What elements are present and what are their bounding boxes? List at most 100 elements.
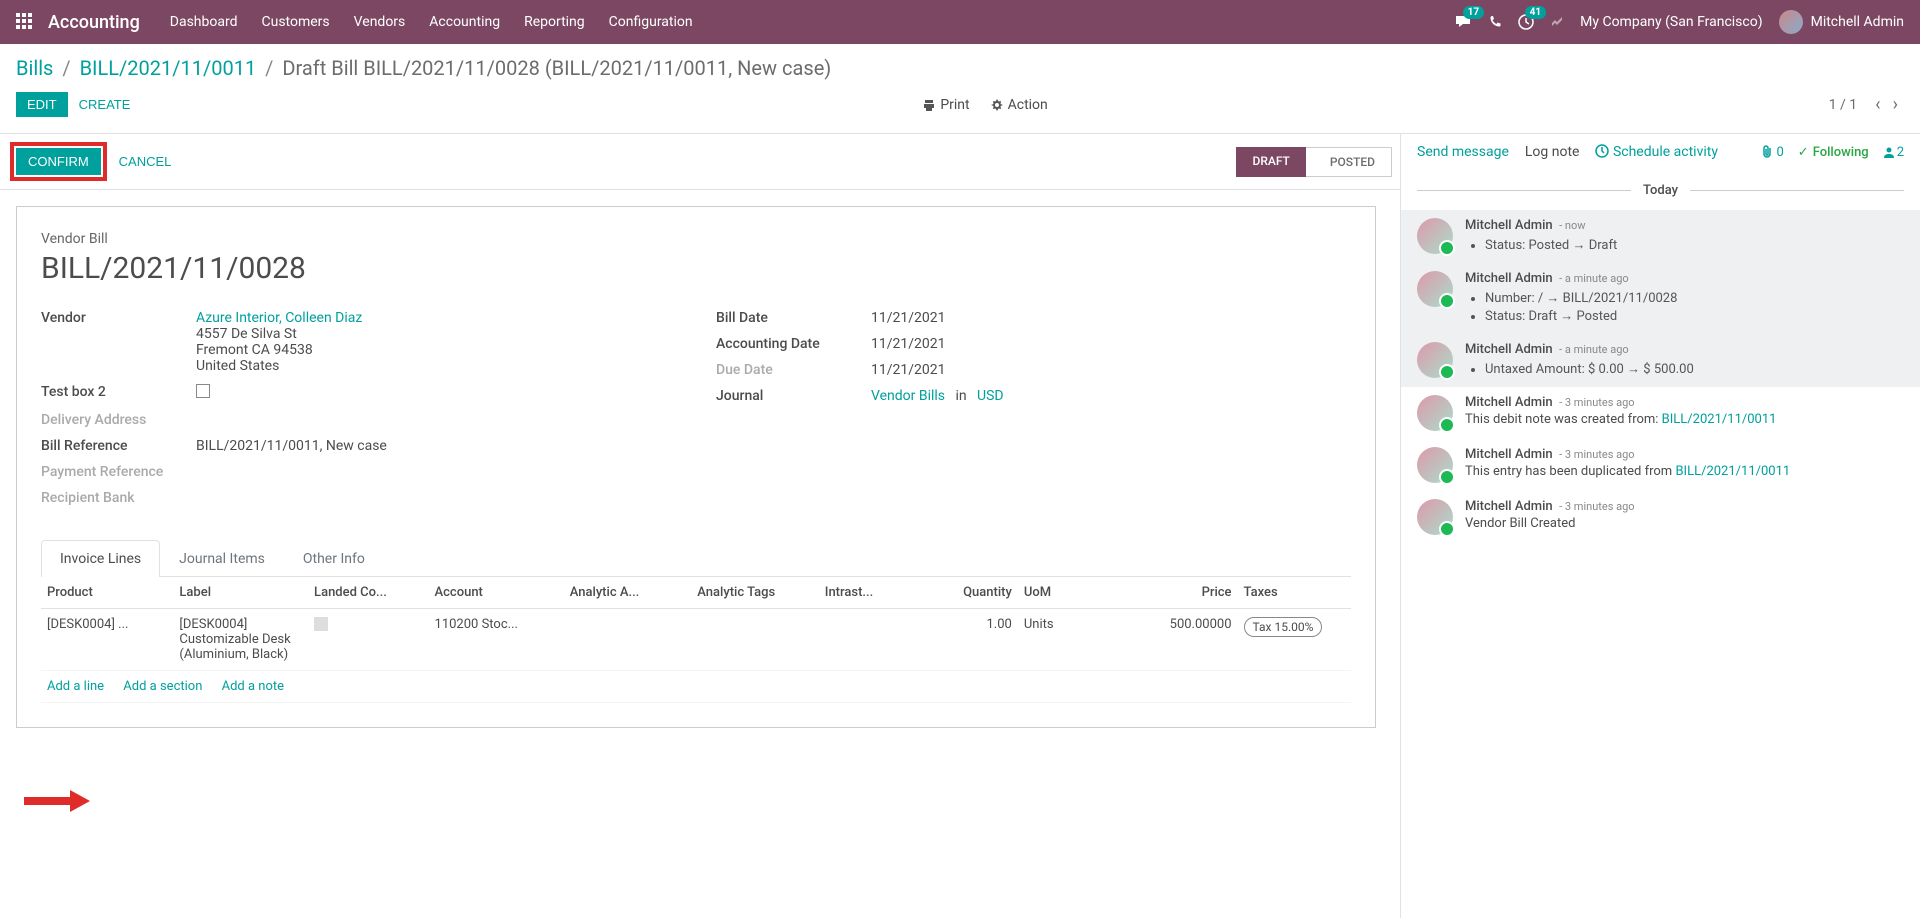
col-landed[interactable]: Landed Co... — [308, 577, 428, 609]
debug-icon[interactable] — [1550, 15, 1564, 29]
tab-journal-items[interactable]: Journal Items — [160, 540, 284, 577]
col-uom[interactable]: UoM — [1018, 577, 1103, 609]
cell-account: 110200 Stoc... — [429, 609, 564, 671]
apps-icon[interactable] — [16, 13, 34, 31]
cell-quantity: 1.00 — [904, 609, 1017, 671]
following-button[interactable]: ✓ Following — [1798, 145, 1869, 160]
message-link[interactable]: BILL/2021/11/0011 — [1675, 464, 1790, 479]
col-product[interactable]: Product — [41, 577, 173, 609]
statusbar: CONFIRM CANCEL DRAFT POSTED — [0, 134, 1400, 190]
message-time: - now — [1559, 219, 1585, 232]
journal-label: Journal — [716, 388, 871, 404]
activity-icon[interactable]: 41 — [1518, 14, 1534, 30]
vendor-label: Vendor — [41, 310, 196, 374]
message: Mitchell Admin - nowStatus: Posted → Dra… — [1401, 210, 1920, 263]
message-link[interactable]: BILL/2021/11/0011 — [1662, 412, 1777, 427]
tab-invoice-lines[interactable]: Invoice Lines — [41, 540, 160, 577]
breadcrumb: Bills / BILL/2021/11/0011 / Draft Bill B… — [0, 44, 1920, 80]
cancel-button[interactable]: CANCEL — [107, 148, 184, 175]
user-name: Mitchell Admin — [1811, 14, 1904, 30]
log-note-button[interactable]: Log note — [1525, 144, 1580, 160]
top-nav: Accounting Dashboard Customers Vendors A… — [0, 0, 1920, 44]
message: Mitchell Admin - 3 minutes agoThis debit… — [1401, 387, 1920, 439]
landed-placeholder-icon — [314, 617, 328, 631]
breadcrumb-root[interactable]: Bills — [16, 56, 53, 80]
page-title: BILL/2021/11/0028 — [41, 251, 1351, 286]
col-price[interactable]: Price — [1103, 577, 1238, 609]
billref-value: BILL/2021/11/0011, New case — [196, 438, 676, 454]
print-button[interactable]: Print — [922, 97, 969, 113]
col-account[interactable]: Account — [429, 577, 564, 609]
journal-link[interactable]: Vendor Bills — [871, 388, 945, 404]
vendor-addr3: United States — [196, 358, 279, 374]
cell-label: [DESK0004] Customizable Desk (Aluminium,… — [173, 609, 308, 671]
cell-landed — [308, 609, 428, 671]
control-panel: EDIT CREATE Print Action 1 / 1 ‹ › — [0, 80, 1920, 134]
duedate-label: Due Date — [716, 362, 871, 378]
testbox-label: Test box 2 — [41, 384, 196, 402]
nav-accounting[interactable]: Accounting — [429, 14, 500, 30]
message-avatar — [1417, 218, 1453, 254]
payref-label: Payment Reference — [41, 464, 196, 480]
status-draft[interactable]: DRAFT — [1236, 147, 1305, 177]
nav-customers[interactable]: Customers — [262, 14, 330, 30]
message: Mitchell Admin - a minute agoNumber: / →… — [1401, 263, 1920, 334]
tab-other-info[interactable]: Other Info — [284, 540, 384, 577]
currency-link[interactable]: USD — [977, 388, 1004, 404]
create-button[interactable]: CREATE — [68, 92, 142, 117]
col-intrastat[interactable]: Intrast... — [819, 577, 905, 609]
nav-configuration[interactable]: Configuration — [609, 14, 693, 30]
accdate-label: Accounting Date — [716, 336, 871, 352]
company-switcher[interactable]: My Company (San Francisco) — [1580, 14, 1762, 30]
pager: 1 / 1 — [1829, 97, 1857, 113]
confirm-highlight: CONFIRM — [10, 142, 107, 181]
status-posted[interactable]: POSTED — [1306, 147, 1392, 177]
nav-reporting[interactable]: Reporting — [524, 14, 585, 30]
add-section-link[interactable]: Add a section — [123, 679, 202, 694]
nav-vendors[interactable]: Vendors — [354, 14, 406, 30]
message: Mitchell Admin - 3 minutes agoVendor Bil… — [1401, 491, 1920, 543]
tabs: Invoice Lines Journal Items Other Info — [41, 540, 1351, 577]
table-row[interactable]: [DESK0004] ... [DESK0004] Customizable D… — [41, 609, 1351, 671]
message-avatar — [1417, 342, 1453, 378]
col-taxes[interactable]: Taxes — [1238, 577, 1351, 609]
action-button[interactable]: Action — [990, 97, 1048, 113]
billref-label: Bill Reference — [41, 438, 196, 454]
messaging-icon[interactable]: 17 — [1454, 14, 1472, 30]
user-menu[interactable]: Mitchell Admin — [1779, 10, 1904, 34]
edit-button[interactable]: EDIT — [16, 92, 68, 117]
message-author: Mitchell Admin — [1465, 218, 1553, 233]
billdate-label: Bill Date — [716, 310, 871, 326]
attachments-button[interactable]: 0 — [1762, 145, 1783, 160]
add-note-link[interactable]: Add a note — [222, 679, 284, 694]
billdate-value: 11/21/2021 — [871, 310, 1351, 326]
form-sheet: Vendor Bill BILL/2021/11/0028 Vendor Azu… — [16, 206, 1376, 728]
col-analytic-t[interactable]: Analytic Tags — [691, 577, 818, 609]
breadcrumb-parent[interactable]: BILL/2021/11/0011 — [80, 56, 257, 80]
phone-icon[interactable] — [1488, 15, 1502, 29]
message-avatar — [1417, 395, 1453, 431]
col-analytic-a[interactable]: Analytic A... — [564, 577, 692, 609]
title-kicker: Vendor Bill — [41, 231, 108, 247]
cell-uom: Units — [1018, 609, 1103, 671]
next-button[interactable]: › — [1887, 90, 1904, 119]
vendor-addr1: 4557 De Silva St — [196, 326, 297, 342]
breadcrumb-current: Draft Bill BILL/2021/11/0028 (BILL/2021/… — [282, 56, 831, 80]
prev-button[interactable]: ‹ — [1869, 90, 1886, 119]
vendor-link[interactable]: Azure Interior, Colleen Diaz — [196, 310, 362, 326]
col-label[interactable]: Label — [173, 577, 308, 609]
tax-pill: Tax 15.00% — [1244, 617, 1323, 637]
app-name[interactable]: Accounting — [48, 12, 140, 33]
confirm-button[interactable]: CONFIRM — [16, 148, 101, 175]
schedule-activity-button[interactable]: Schedule activity — [1595, 144, 1718, 160]
testbox-checkbox[interactable] — [196, 384, 210, 398]
nav-dashboard[interactable]: Dashboard — [170, 14, 238, 30]
send-message-button[interactable]: Send message — [1417, 144, 1509, 160]
red-arrow-annotation — [22, 788, 92, 814]
recipbank-label: Recipient Bank — [41, 490, 196, 506]
cell-price: 500.00000 — [1103, 609, 1238, 671]
col-quantity[interactable]: Quantity — [904, 577, 1017, 609]
followers-button[interactable]: 2 — [1883, 145, 1904, 160]
message-author: Mitchell Admin — [1465, 342, 1553, 357]
add-line-link[interactable]: Add a line — [47, 679, 104, 694]
